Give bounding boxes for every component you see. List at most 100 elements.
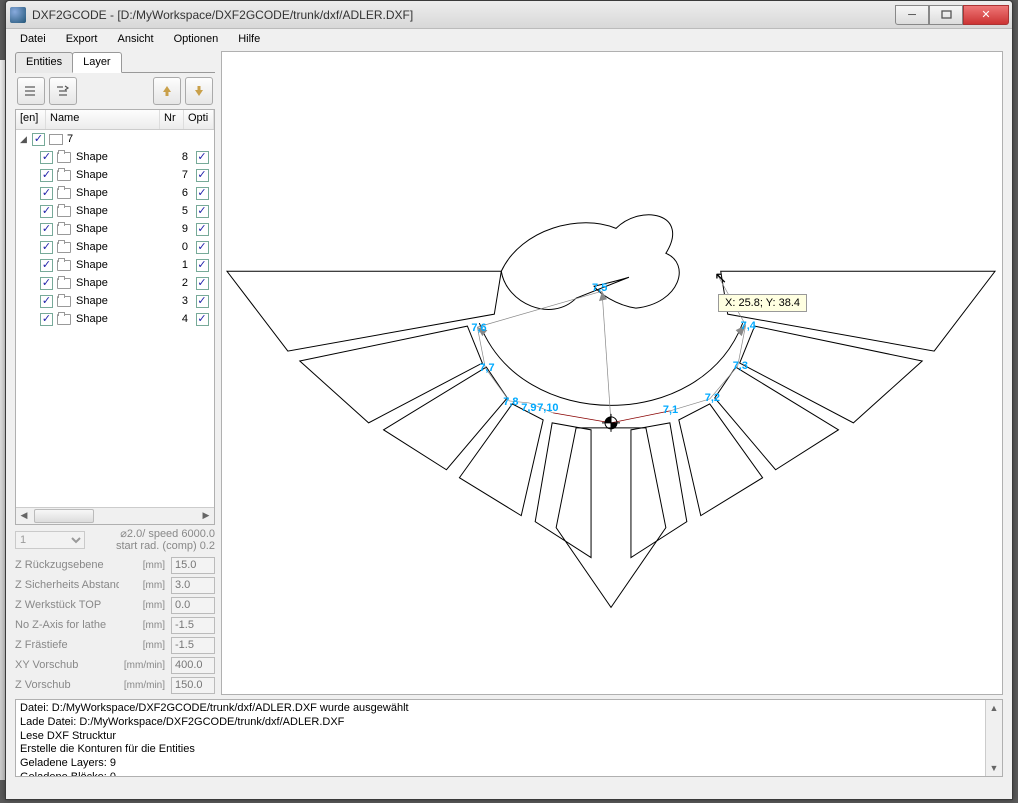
checkbox[interactable] [40, 187, 53, 200]
tree-row[interactable]: Shape1 [16, 256, 214, 274]
row-nr: 4 [176, 313, 194, 325]
tree-row[interactable]: Shape0 [16, 238, 214, 256]
titlebar[interactable]: DXF2GCODE - [D:/MyWorkspace/DXF2GCODE/tr… [6, 1, 1012, 29]
menu-export[interactable]: Export [58, 31, 106, 47]
param-unit: [mm/min] [121, 680, 169, 691]
checkbox[interactable] [32, 133, 45, 146]
param-label: Z Werkstück TOP [15, 599, 119, 611]
th-en[interactable]: [en] [16, 110, 46, 129]
th-opt[interactable]: Opti [184, 110, 214, 129]
log-line: Datei: D:/MyWorkspace/DXF2GCODE/trunk/dx… [20, 702, 998, 716]
tree-row-root[interactable]: ◢ 7 [16, 130, 214, 148]
menu-view[interactable]: Ansicht [109, 31, 161, 47]
param-row: Z Frästiefe[mm] [15, 635, 215, 655]
checkbox[interactable] [196, 187, 209, 200]
row-nr: 0 [176, 241, 194, 253]
tree-row[interactable]: Shape4 [16, 310, 214, 328]
param-input[interactable] [171, 677, 215, 694]
checkbox[interactable] [40, 241, 53, 254]
param-input[interactable] [171, 617, 215, 634]
param-row: Z Rückzugsebene[mm] [15, 555, 215, 575]
param-label: Z Frästiefe [15, 639, 119, 651]
row-name: Shape [76, 223, 176, 235]
scroll-down-icon[interactable]: ▼ [986, 760, 1002, 776]
folder-icon [57, 296, 71, 307]
layer-icon [49, 134, 63, 145]
expand-all-button[interactable] [49, 77, 77, 105]
move-up-button[interactable] [153, 77, 181, 105]
close-button[interactable]: ✕ [963, 5, 1009, 25]
tree-row[interactable]: Shape9 [16, 220, 214, 238]
menubar: Datei Export Ansicht Optionen Hilfe [6, 29, 1012, 49]
scroll-up-icon[interactable]: ▲ [986, 700, 1002, 716]
row-nr: 8 [176, 151, 194, 163]
checkbox[interactable] [196, 169, 209, 182]
app-window: DXF2GCODE - [D:/MyWorkspace/DXF2GCODE/tr… [5, 0, 1013, 800]
scroll-right-icon[interactable]: ▶ [198, 508, 214, 524]
layer-tree[interactable]: [en] Name Nr Opti ◢ 7 Shape8Shape [15, 109, 215, 525]
param-input[interactable] [171, 657, 215, 674]
param-input[interactable] [171, 557, 215, 574]
checkbox[interactable] [40, 151, 53, 164]
tree-row[interactable]: Shape6 [16, 184, 214, 202]
th-name[interactable]: Name [46, 110, 160, 129]
param-input[interactable] [171, 577, 215, 594]
log-line: Lese DXF Strucktur [20, 730, 998, 744]
row-nr: 6 [176, 187, 194, 199]
checkbox[interactable] [196, 259, 209, 272]
checkbox[interactable] [40, 223, 53, 236]
drawing-canvas[interactable]: 7,5 7,6 7,7 7,8 7,9 7,10 7,1 7,2 7,3 7,4… [221, 51, 1003, 695]
log-vscrollbar[interactable]: ▲ ▼ [985, 700, 1002, 776]
log-line: Erstelle die Konturen für die Entities [20, 743, 998, 757]
checkbox[interactable] [40, 313, 53, 326]
row-name: Shape [76, 295, 176, 307]
pt-label: 7,3 [733, 360, 748, 372]
minimize-button[interactable]: ─ [895, 5, 929, 25]
tab-layer[interactable]: Layer [72, 52, 122, 73]
checkbox[interactable] [196, 223, 209, 236]
tree-row[interactable]: Shape8 [16, 148, 214, 166]
scroll-left-icon[interactable]: ◀ [16, 508, 32, 524]
tree-row[interactable]: Shape2 [16, 274, 214, 292]
log-panel[interactable]: Datei: D:/MyWorkspace/DXF2GCODE/trunk/dx… [15, 699, 1003, 777]
checkbox[interactable] [196, 205, 209, 218]
tab-entities[interactable]: Entities [15, 52, 73, 73]
tree-row[interactable]: Shape3 [16, 292, 214, 310]
checkbox[interactable] [40, 277, 53, 290]
folder-icon [57, 242, 71, 253]
checkbox[interactable] [196, 277, 209, 290]
log-line: Geladene Layers: 9 [20, 757, 998, 771]
checkbox[interactable] [40, 259, 53, 272]
param-input[interactable] [171, 597, 215, 614]
checkbox[interactable] [40, 205, 53, 218]
param-label: Z Sicherheits Abstand [15, 579, 119, 591]
menu-help[interactable]: Hilfe [230, 31, 268, 47]
checkbox[interactable] [196, 313, 209, 326]
checkbox[interactable] [196, 241, 209, 254]
param-unit: [mm/min] [121, 660, 169, 671]
menu-file[interactable]: Datei [12, 31, 54, 47]
tree-row[interactable]: Shape7 [16, 166, 214, 184]
row-nr: 1 [176, 259, 194, 271]
move-down-button[interactable] [185, 77, 213, 105]
th-nr[interactable]: Nr [160, 110, 184, 129]
menu-options[interactable]: Optionen [166, 31, 227, 47]
checkbox[interactable] [40, 169, 53, 182]
row-name: Shape [76, 187, 176, 199]
checkbox[interactable] [40, 295, 53, 308]
tree-row[interactable]: Shape5 [16, 202, 214, 220]
param-row: Z Werkstück TOP[mm] [15, 595, 215, 615]
checkbox[interactable] [196, 151, 209, 164]
tool-select[interactable]: 1 [15, 531, 85, 549]
expand-icon[interactable]: ◢ [20, 134, 30, 145]
app-icon [10, 7, 26, 23]
checkbox[interactable] [196, 295, 209, 308]
maximize-button[interactable] [929, 5, 963, 25]
tree-hscrollbar[interactable]: ◀ ▶ [16, 507, 214, 524]
scroll-thumb[interactable] [34, 509, 94, 523]
side-panel: Entities Layer [en [15, 51, 215, 695]
pt-label: 7,7 [479, 362, 494, 374]
param-input[interactable] [171, 637, 215, 654]
pt-label: 7,10 [537, 402, 558, 414]
collapse-all-button[interactable] [17, 77, 45, 105]
